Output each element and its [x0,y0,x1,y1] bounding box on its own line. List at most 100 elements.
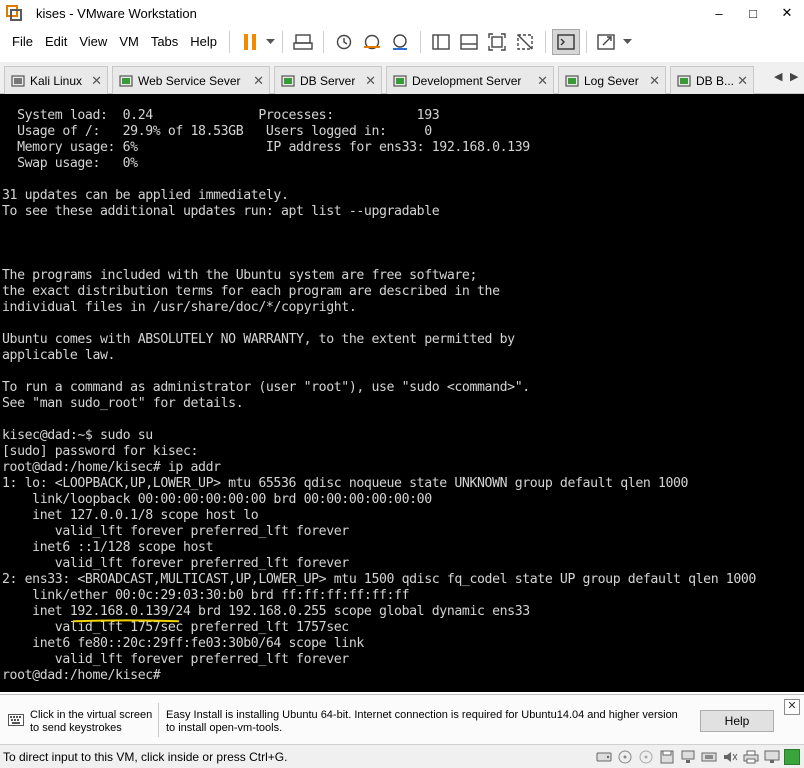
menu-edit[interactable]: Edit [39,31,73,53]
tab-development-server[interactable]: Development Server ✕ [386,66,554,94]
tab-log-sever[interactable]: Log Sever ✕ [558,66,666,94]
tab-kali-linux[interactable]: Kali Linux ✕ [4,66,108,94]
revert-snapshot-button[interactable] [358,29,386,55]
cd-icon[interactable] [616,749,633,765]
toolbar-separator [323,31,325,53]
tab-close-icon[interactable]: ✕ [537,73,548,89]
maximize-button[interactable]: □ [736,0,770,26]
console-line: inet6 ::1/128 scope host [2,540,214,555]
send-keys-button[interactable] [289,29,317,55]
tab-close-icon[interactable]: ✕ [253,73,264,89]
console-line: Memory usage: 6% IP address for ens33: 1… [2,140,530,155]
status-bar: To direct input to this VM, click inside… [0,744,804,768]
display-icon[interactable] [763,749,780,765]
vm-console-screen[interactable]: root@dad:/home/kisec# valid_lft forever … [0,94,804,692]
tab-label: Web Service Sever [138,73,241,88]
tab-db-b[interactable]: DB B... ✕ [670,66,754,94]
console-line: valid_lft forever preferred_lft forever [2,524,349,539]
tab-label: Kali Linux [30,73,83,88]
pause-button[interactable] [236,29,264,55]
console-line: applicable law. [2,348,116,363]
title-bar: kises - VMware Workstation – □ ✕ [0,0,804,26]
menu-tabs[interactable]: Tabs [145,31,184,53]
tab-close-icon[interactable]: ✕ [649,73,660,89]
tab-db-server[interactable]: DB Server ✕ [274,66,382,94]
menu-file[interactable]: File [6,31,39,53]
console-line: Usage of /: 29.9% of 18.53GB Users logge… [2,124,432,139]
full-screen-button[interactable] [483,29,511,55]
easy-install-message: Easy Install is installing Ubuntu 64-bit… [166,709,678,734]
stretch-dropdown[interactable] [621,29,633,55]
tab-scroll-left-icon[interactable]: ◀ [774,70,782,83]
tab-web-service-sever[interactable]: Web Service Sever ✕ [112,66,270,94]
window-title: kises - VMware Workstation [36,5,197,21]
snapshot-button[interactable] [330,29,358,55]
toolbar-separator [545,31,547,53]
send-keys-icon [293,34,313,50]
console-view-button[interactable] [552,29,581,55]
console-line: root@dad:/home/kisec# [2,668,161,683]
console-line: Swap usage: 0% [2,156,138,171]
easy-install-infobar: Click in the virtual screen to send keys… [0,694,804,744]
floppy-icon[interactable] [637,749,654,765]
tab-label: Log Sever [584,73,639,88]
status-message: To direct input to this VM, click inside… [3,750,288,764]
console-line: link/ether 00:0c:29:03:30:b0 brd ff:ff:f… [2,588,410,603]
sound-icon[interactable] [721,749,738,765]
vm-icon [677,74,691,87]
tab-label: DB B... [696,73,735,88]
menu-view[interactable]: View [73,31,113,53]
console-line: root@dad:/home/kisec# ip addr [2,460,221,475]
vm-icon [565,74,579,87]
toolbar-separator [586,31,588,53]
infobar-close-icon[interactable]: ✕ [784,699,800,715]
save-state-icon[interactable] [658,749,675,765]
console-line: the exact distribution terms for each pr… [2,284,500,299]
library-button[interactable] [427,29,455,55]
tab-close-icon[interactable]: ✕ [737,73,748,89]
revert-snapshot-icon [364,34,381,50]
console-line: valid_lft forever preferred_lft forever [2,652,349,667]
tab-close-icon[interactable]: ✕ [365,73,376,89]
console-line: Ubuntu comes with ABSOLUTELY NO WARRANTY… [2,332,515,347]
close-button[interactable]: ✕ [770,0,804,26]
unity-button[interactable] [511,29,539,55]
printer-icon[interactable] [742,749,759,765]
tab-close-icon[interactable]: ✕ [91,73,102,89]
full-screen-icon [488,33,506,51]
console-line: To see these additional updates run: apt… [2,204,440,219]
vmware-tools-status-icon[interactable] [784,749,800,765]
tab-scroll-right-icon[interactable]: ▶ [790,70,798,83]
menu-vm[interactable]: VM [113,31,145,53]
infobar-divider [158,703,159,737]
console-line: inet 192.168.0.139/24 brd 192.168.0.255 … [2,604,530,619]
console-line: inet6 fe80::20c:29ff:fe03:30b0/64 scope … [2,636,364,651]
console-line: inet 127.0.0.1/8 scope host lo [2,508,259,523]
manage-snapshots-icon [393,34,408,50]
vm-icon [393,74,407,87]
power-dropdown[interactable] [264,29,276,55]
toolbar-separator [229,31,231,53]
console-line: To run a command as administrator (user … [2,380,530,395]
manage-snapshots-button[interactable] [386,29,414,55]
help-button[interactable]: Help [700,710,774,732]
console-line: link/loopback 00:00:00:00:00:00 brd 00:0… [2,492,432,507]
toolbar-separator [420,31,422,53]
minimize-button[interactable]: – [702,0,736,26]
unity-icon [517,34,533,50]
vmware-app-icon [6,5,22,21]
console-line: valid_lft forever preferred_lft forever [2,556,349,571]
hard-disk-icon[interactable] [595,749,612,765]
keystroke-hint-line2: to send keystrokes [30,722,122,734]
console-line: The programs included with the Ubuntu sy… [2,268,477,283]
usb-icon[interactable] [700,749,717,765]
keystroke-hint-line1: Click in the virtual screen [30,709,153,721]
thumbnail-bar-button[interactable] [455,29,483,55]
highlight-underline [73,619,179,623]
console-line: kisec@dad:~$ sudo su [2,428,153,443]
chevron-down-icon [622,39,632,44]
network-icon[interactable] [679,749,696,765]
stretch-button[interactable] [593,29,621,55]
menu-help[interactable]: Help [184,31,223,53]
console-line: 2: ens33: <BROADCAST,MULTICAST,UP,LOWER_… [2,572,756,587]
